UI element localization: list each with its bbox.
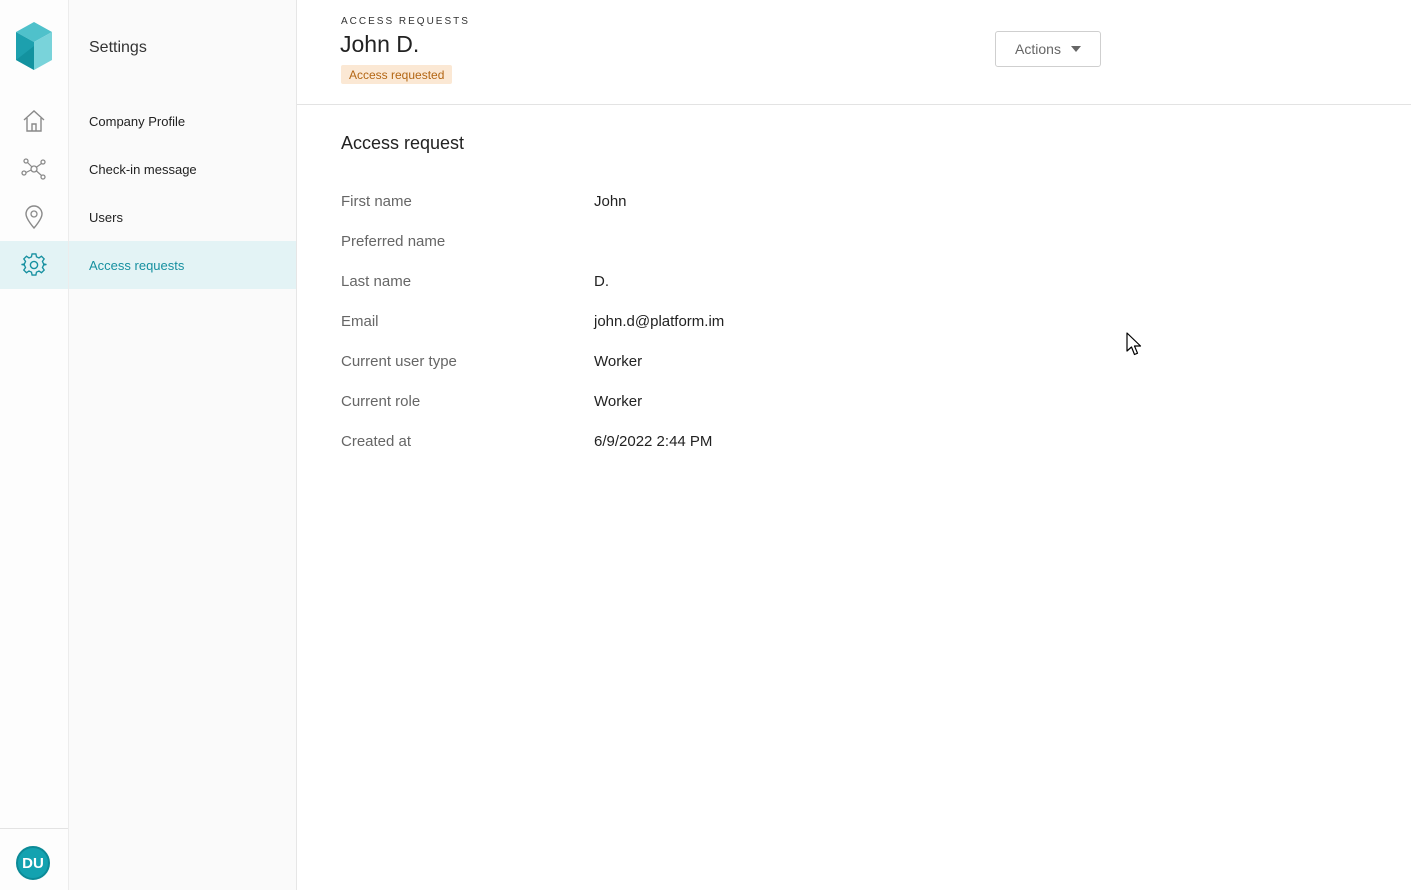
location-pin-icon [25,205,43,230]
rail-home[interactable] [0,97,68,145]
page-header: ACCESS REQUESTS John D. Access requested… [297,0,1411,105]
settings-nav-title: Settings [89,39,147,56]
field-value: john.d@platform.im [594,313,725,330]
nav-item-access-requests[interactable]: Access requests [69,241,296,289]
rail-network[interactable] [0,145,68,193]
actions-label: Actions [1015,41,1061,57]
field-value: Worker [594,393,643,410]
home-icon [23,110,45,132]
avatar[interactable]: DU [16,846,50,880]
app-logo[interactable] [16,22,52,70]
field-label: Preferred name [341,233,446,250]
rail-footer: DU [0,828,68,890]
field-value: John [594,193,627,210]
field-label: First name [341,193,412,210]
icon-rail: DU [0,0,69,890]
field-row-last-name: Last name D. [341,273,941,297]
section-title: Access request [341,133,465,153]
field-label: Email [341,313,379,330]
settings-nav: Settings Company Profile Check-in messag… [69,0,297,890]
mouse-cursor-icon [1126,332,1142,356]
network-icon [21,158,46,180]
field-value: 6/9/2022 2:44 PM [594,433,713,450]
breadcrumb: ACCESS REQUESTS [341,16,470,27]
nav-item-company-profile[interactable]: Company Profile [69,97,296,145]
actions-dropdown-button[interactable]: Actions [995,31,1101,67]
field-label: Created at [341,433,412,450]
field-row-created-at: Created at 6/9/2022 2:44 PM [341,433,941,457]
field-row-email: Email john.d@platform.im [341,313,941,337]
field-row-first-name: First name John [341,193,941,217]
field-label: Current user type [341,353,457,370]
rail-settings[interactable] [0,241,68,289]
rail-locations[interactable] [0,193,68,241]
field-row-current-role: Current role Worker [341,393,941,417]
nav-item-users[interactable]: Users [69,193,296,241]
page-title: John D. [340,31,420,57]
caret-down-icon [1070,46,1081,52]
field-row-preferred-name: Preferred name [341,233,941,257]
field-value: D. [594,273,609,290]
gear-icon [21,253,47,276]
status-badge: Access requested [341,65,453,84]
field-label: Current role [341,393,421,410]
field-label: Last name [341,273,412,290]
field-row-current-user-type: Current user type Worker [341,353,941,377]
field-value: Worker [594,353,643,370]
nav-item-check-in-message[interactable]: Check-in message [69,145,296,193]
